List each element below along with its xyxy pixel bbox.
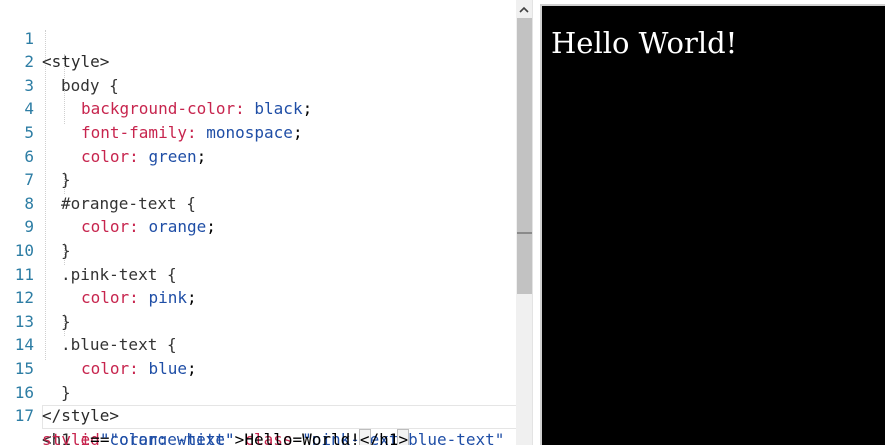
- code-line: 8 color: orange;: [0, 168, 516, 237]
- scroll-position-marker: [517, 232, 532, 234]
- code-line: 7 #orange-text {: [0, 145, 516, 213]
- app-window: 1 <style> 2 body { 3 background-color: b…: [0, 0, 885, 445]
- text-cursor: [408, 428, 410, 445]
- code-line: 16 </style>: [0, 357, 516, 426]
- attribute-value: "color: white": [99, 429, 235, 445]
- code-line: 9 }: [0, 192, 516, 260]
- code-line: 12 }: [0, 263, 516, 331]
- code-line: 11 color: pink;: [0, 239, 516, 308]
- code-line: 1 <style>: [0, 3, 516, 72]
- code-line: 2 body {: [0, 27, 516, 95]
- closing-tag-name: /h1: [369, 429, 399, 445]
- tag-close-bracket: >: [234, 429, 245, 445]
- editor-scrollbar[interactable]: [516, 0, 532, 445]
- element-text: Hello World!: [244, 429, 360, 445]
- html-attribute: style: [42, 429, 91, 445]
- code-line: 4 font-family: monospace;: [0, 74, 516, 142]
- code-line: 6 }: [0, 121, 516, 190]
- code-line: 15 }: [0, 333, 516, 402]
- code-line: 5 color: green;: [0, 97, 516, 166]
- output-preview: Hello World!: [540, 4, 885, 445]
- code-line: 3 background-color: black;: [0, 50, 516, 119]
- code-line: 10 .pink-text {: [0, 215, 516, 284]
- code-line: 17 <h1 id="orange-text" class="pink-text…: [0, 381, 516, 445]
- matched-bracket-open: <: [358, 428, 371, 445]
- matched-bracket-close: >: [397, 428, 410, 445]
- scroll-up-button[interactable]: [516, 0, 532, 18]
- equals-sign: =: [90, 429, 100, 445]
- code-editor[interactable]: 1 <style> 2 body { 3 background-color: b…: [0, 0, 516, 445]
- code-line-wrapped: style="color: white">Hello World!</h1>: [0, 404, 516, 445]
- scrollbar-thumb[interactable]: [517, 18, 532, 294]
- code-line: 14 color: blue;: [0, 310, 516, 378]
- chevron-up-icon: [519, 6, 529, 13]
- code-line: 13 .blue-text {: [0, 286, 516, 355]
- code-text: style="color: white">Hello World!</h1>: [42, 428, 410, 445]
- pane-divider: [532, 0, 533, 445]
- preview-heading: Hello World!: [551, 26, 738, 60]
